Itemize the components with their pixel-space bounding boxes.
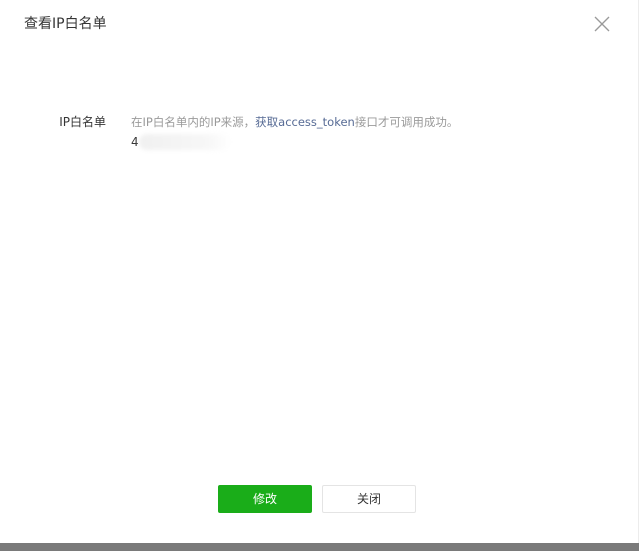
ip-whitelist-dialog: 查看IP白名单 IP白名单 在IP白名单内的IP来源，获取access_toke… xyxy=(0,0,639,551)
page-bottom-bar xyxy=(0,543,639,551)
ip-whitelist-label: IP白名单 xyxy=(59,115,106,129)
access-token-link[interactable]: 获取access_token xyxy=(255,115,355,129)
ip-whitelist-content: 在IP白名单内的IP来源，获取access_token接口才可调用成功。 4 xyxy=(131,113,611,151)
redacted-ip-mask xyxy=(139,134,231,150)
modify-button[interactable]: 修改 xyxy=(218,485,312,513)
ip-value-line: 4 xyxy=(131,133,611,151)
close-button[interactable]: 关闭 xyxy=(322,485,416,513)
hint-suffix: 接口才可调用成功。 xyxy=(354,115,459,129)
dialog-title: 查看IP白名单 xyxy=(24,16,107,32)
ip-whitelist-hint: 在IP白名单内的IP来源，获取access_token接口才可调用成功。 xyxy=(131,113,611,131)
ip-value: 4 xyxy=(131,135,139,149)
hint-prefix: 在IP白名单内的IP来源， xyxy=(131,115,256,129)
close-icon[interactable] xyxy=(592,14,612,34)
dialog-footer: 修改 关闭 xyxy=(0,485,639,515)
